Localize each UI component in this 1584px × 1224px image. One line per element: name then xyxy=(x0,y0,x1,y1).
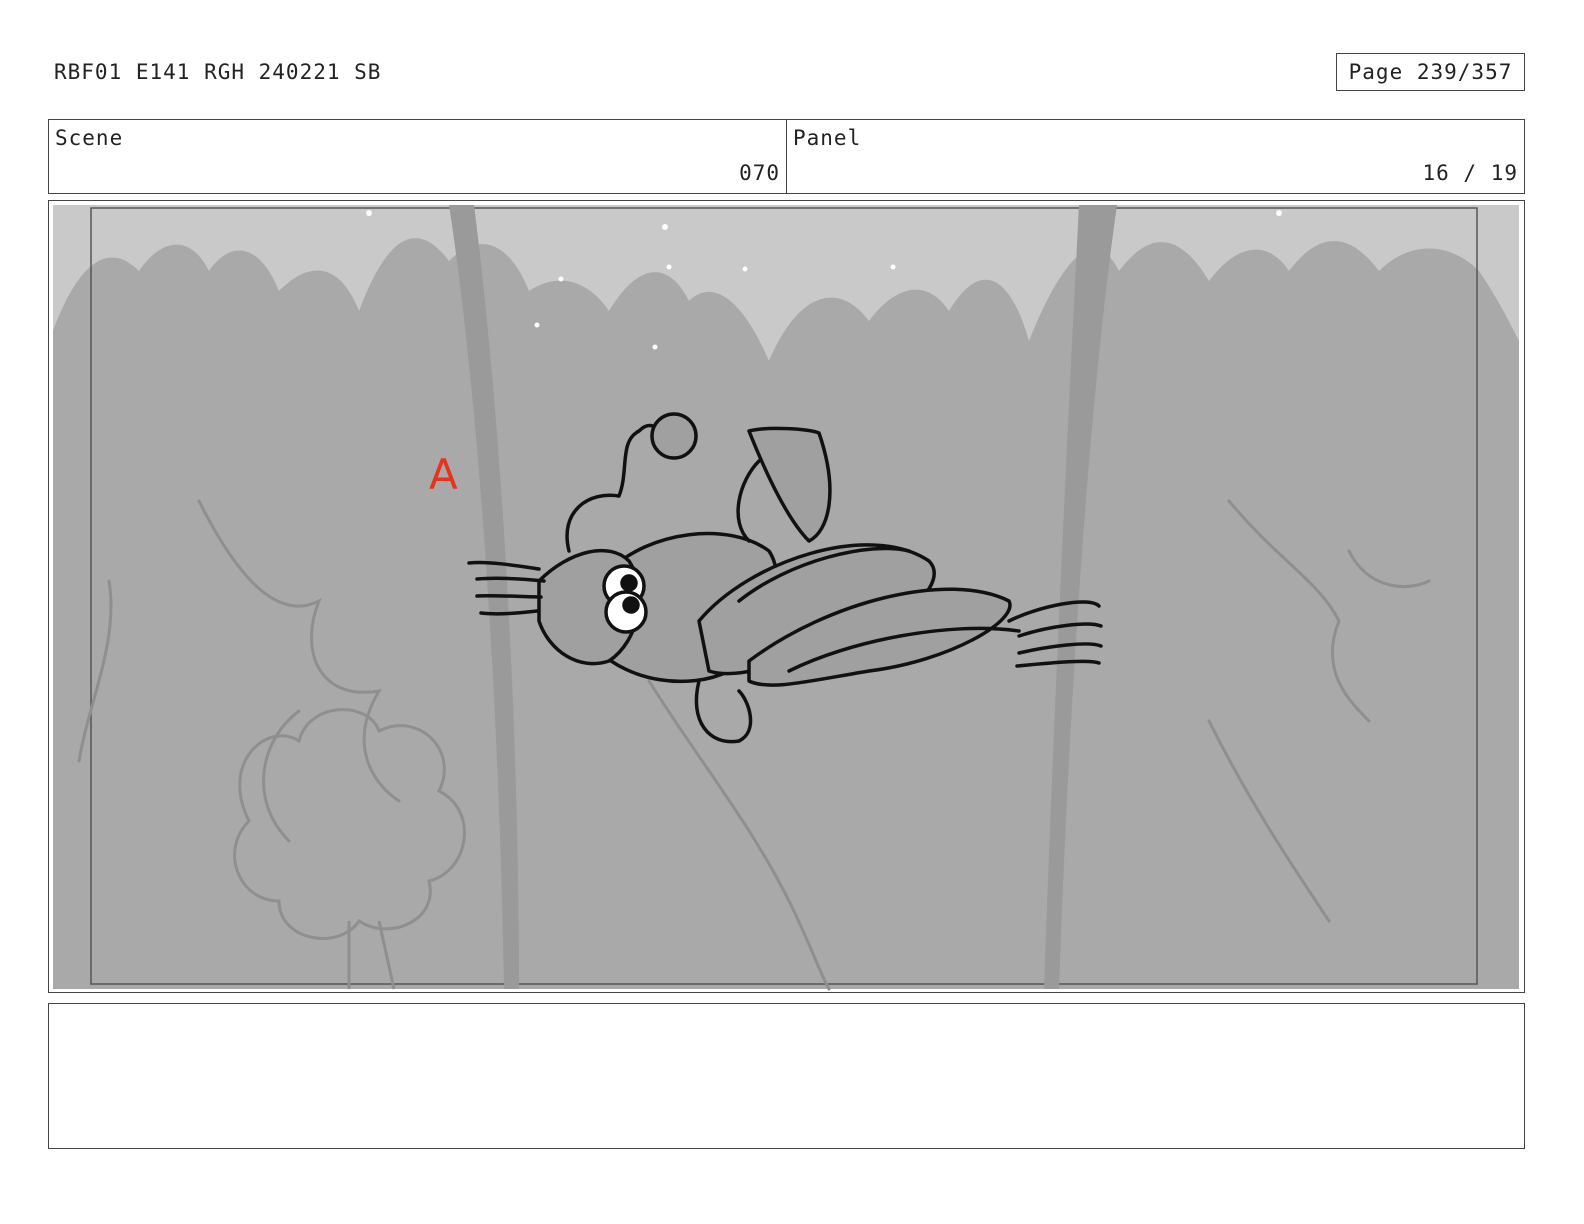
scene-cell: Scene 070 xyxy=(49,120,786,193)
notes-box xyxy=(48,1003,1525,1149)
document-title: RBF01 E141 RGH 240221 SB xyxy=(54,60,382,84)
annotation-mark: A xyxy=(429,450,458,499)
scene-label: Scene xyxy=(55,126,124,150)
panel-cell: Panel 16 / 19 xyxy=(786,120,1524,193)
page-number: Page 239/357 xyxy=(1336,53,1525,91)
scene-panel-info: Scene 070 Panel 16 / 19 xyxy=(48,119,1525,194)
storyboard-drawing: A xyxy=(53,205,1519,991)
storyboard-frame: A xyxy=(48,200,1525,993)
panel-number: 16 / 19 xyxy=(1422,161,1518,185)
scene-number: 070 xyxy=(739,161,780,185)
panel-label: Panel xyxy=(793,126,862,150)
